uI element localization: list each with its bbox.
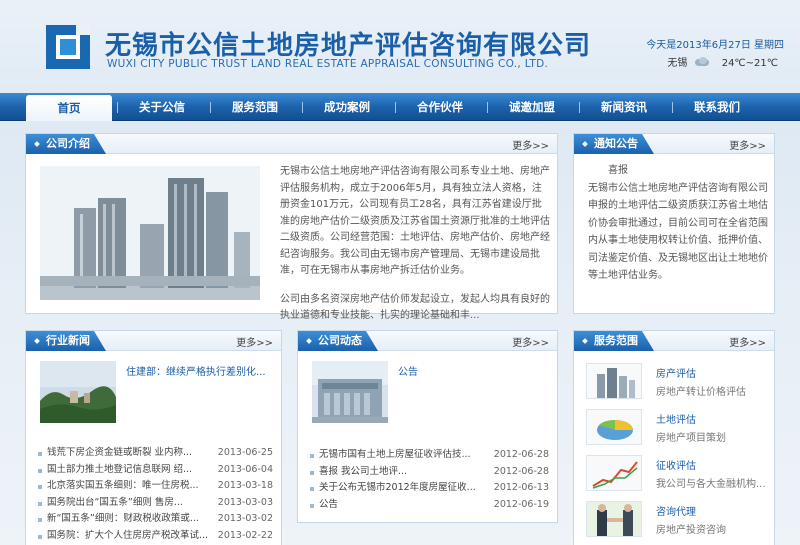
list-item[interactable]: 关于公布无锡市2012年度房屋征收... 2012-06-13	[310, 480, 549, 497]
service-item-expropriation[interactable]: 征收评估 我公司与各大金融机构...	[586, 455, 776, 495]
nav-partners[interactable]: 合作伙伴	[397, 93, 483, 121]
intro-more-link[interactable]: 更多>>	[512, 137, 549, 152]
list-item[interactable]: 喜报 我公司土地评... 2012-06-28	[310, 463, 549, 480]
company-news-list: 无锡市国有土地上房屋征收评估技... 2012-06-28 喜报 我公司土地评..…	[310, 447, 549, 513]
service-item-property[interactable]: 房产评估 房地产转让价格评估	[586, 363, 776, 403]
nav-divider	[395, 102, 396, 113]
company-building-image	[40, 166, 260, 300]
intro-tab-title: 公司介绍	[26, 134, 106, 154]
buildings-icon	[586, 363, 642, 399]
industry-more-link[interactable]: 更多>>	[236, 334, 273, 349]
services-panel: 服务范围 更多>> 房产评估 房地产转让价格评估 土地评估 房地产项目策划 征收…	[573, 330, 775, 545]
list-item[interactable]: 新“国五条”细则：财政税收政策或... 2013-03-02	[38, 511, 273, 528]
list-item[interactable]: 公告 2012-06-19	[310, 496, 549, 513]
company-news-feature-title[interactable]: 公告	[398, 363, 418, 378]
service-item-consulting[interactable]: 咨询代理 房地产投资咨询	[586, 501, 776, 541]
intro-paragraph-2: 公司由多名资深房地产估价师发起设立，发起人均具有良好的执业道德和专业技能、扎实的…	[280, 293, 550, 322]
services-tab-title: 服务范围	[574, 331, 654, 351]
nav-home[interactable]: 首页	[26, 95, 112, 121]
list-item[interactable]: 国务院出台“国五条”细则 售房... 2013-03-03	[38, 494, 273, 511]
industry-feature-image[interactable]	[40, 361, 116, 423]
company-intro-panel: 公司介绍 更多>> 无锡市公信土地房地产评估咨询有限公司系专业土地、房地产评估服…	[25, 133, 558, 321]
service-title: 征收评估	[656, 461, 696, 472]
handshake-icon	[586, 501, 642, 537]
service-subtitle: 我公司与各大金融机构...	[656, 479, 766, 490]
weather-city: 无锡	[667, 58, 688, 69]
intro-paragraph-1: 无锡市公信土地房地产评估咨询有限公司系专业土地、房地产评估服务机构，成立于200…	[280, 166, 550, 276]
nav-news[interactable]: 新闻资讯	[581, 93, 667, 121]
notice-content[interactable]: 喜报 无锡市公信土地房地产评估咨询有限公司申报的土地评估二级资质获江苏省土地估价…	[588, 162, 770, 285]
pie-chart-icon	[586, 409, 642, 445]
growth-chart-icon	[586, 455, 642, 491]
nav-divider	[579, 102, 580, 113]
weather-widget: 无锡 24℃~21℃	[667, 54, 778, 69]
notice-tab-title: 通知公告	[574, 134, 654, 154]
company-name-cn: 无锡市公信土地房地产评估咨询有限公司	[105, 31, 592, 61]
list-item[interactable]: 北京落实国五条细则：唯一住房税... 2013-03-18	[38, 478, 273, 495]
company-news-more-link[interactable]: 更多>>	[512, 334, 549, 349]
notice-panel: 通知公告 更多>> 喜报 无锡市公信土地房地产评估咨询有限公司申报的土地评估二级…	[573, 133, 775, 314]
list-item[interactable]: 钱荒下房企资金链或断裂 业内称... 2013-06-25	[38, 445, 273, 462]
site-header: 无锡市公信土地房地产评估咨询有限公司 WUXI CITY PUBLIC TRUS…	[0, 0, 800, 92]
list-item[interactable]: 无锡市国有土地上房屋征收评估技... 2012-06-28	[310, 447, 549, 464]
service-title: 咨询代理	[656, 507, 696, 518]
service-title: 土地评估	[656, 415, 696, 426]
nav-divider	[117, 102, 118, 113]
list-item[interactable]: 国土部力推土地登记信息联网 绍... 2013-06-04	[38, 461, 273, 478]
service-title: 房产评估	[656, 369, 696, 380]
nav-divider	[302, 102, 303, 113]
industry-news-panel: 行业新闻 更多>> 住建部：继续严格执行差别化... 钱荒下房企资金链或断裂 业…	[25, 330, 282, 545]
nav-about[interactable]: 关于公信	[119, 93, 205, 121]
service-subtitle: 房地产转让价格评估	[656, 387, 746, 398]
company-news-tab-title: 公司动态	[298, 331, 378, 351]
service-item-land[interactable]: 土地评估 房地产项目策划	[586, 409, 776, 449]
nav-divider	[210, 102, 211, 113]
nav-divider	[672, 102, 673, 113]
company-name-en: WUXI CITY PUBLIC TRUST LAND REAL ESTATE …	[107, 58, 549, 70]
notice-body: 无锡市公信土地房地产评估咨询有限公司申报的土地评估二级资质获江苏省土地估价协会审…	[588, 182, 768, 282]
industry-news-list: 钱荒下房企资金链或断裂 业内称... 2013-06-25 国土部力推土地登记信息…	[38, 445, 273, 544]
weather-temperature: 24℃~21℃	[721, 58, 778, 69]
current-date: 今天是2013年6月27日 星期四	[646, 40, 784, 51]
company-news-feature-image[interactable]	[312, 361, 388, 423]
notice-more-link[interactable]: 更多>>	[729, 137, 766, 152]
industry-tab-title: 行业新闻	[26, 331, 106, 351]
notice-heading: 喜报	[608, 165, 628, 176]
company-logo-icon[interactable]	[46, 25, 90, 69]
nav-services[interactable]: 服务范围	[212, 93, 298, 121]
industry-feature-title[interactable]: 住建部：继续严格执行差别化...	[126, 363, 266, 378]
service-subtitle: 房地产投资咨询	[656, 525, 726, 536]
nav-cases[interactable]: 成功案例	[304, 93, 390, 121]
services-more-link[interactable]: 更多>>	[729, 334, 766, 349]
nav-divider	[487, 102, 488, 113]
cloud-icon	[694, 57, 711, 67]
nav-contact[interactable]: 联系我们	[674, 93, 760, 121]
main-nav: 首页 关于公信 服务范围 成功案例 合作伙伴 诚邀加盟 新闻资讯 联系我们	[0, 93, 800, 121]
service-subtitle: 房地产项目策划	[656, 433, 726, 444]
company-intro-text: 无锡市公信土地房地产评估咨询有限公司系专业土地、房地产评估服务机构，成立于200…	[280, 164, 550, 337]
nav-join[interactable]: 诚邀加盟	[489, 93, 575, 121]
company-news-panel: 公司动态 更多>> 公告 无锡市国有土地上房屋征收评估技... 2012-06-2…	[297, 330, 558, 523]
list-item[interactable]: 国务院：扩大个人住房房产税改革试... 2013-02-22	[38, 527, 273, 544]
